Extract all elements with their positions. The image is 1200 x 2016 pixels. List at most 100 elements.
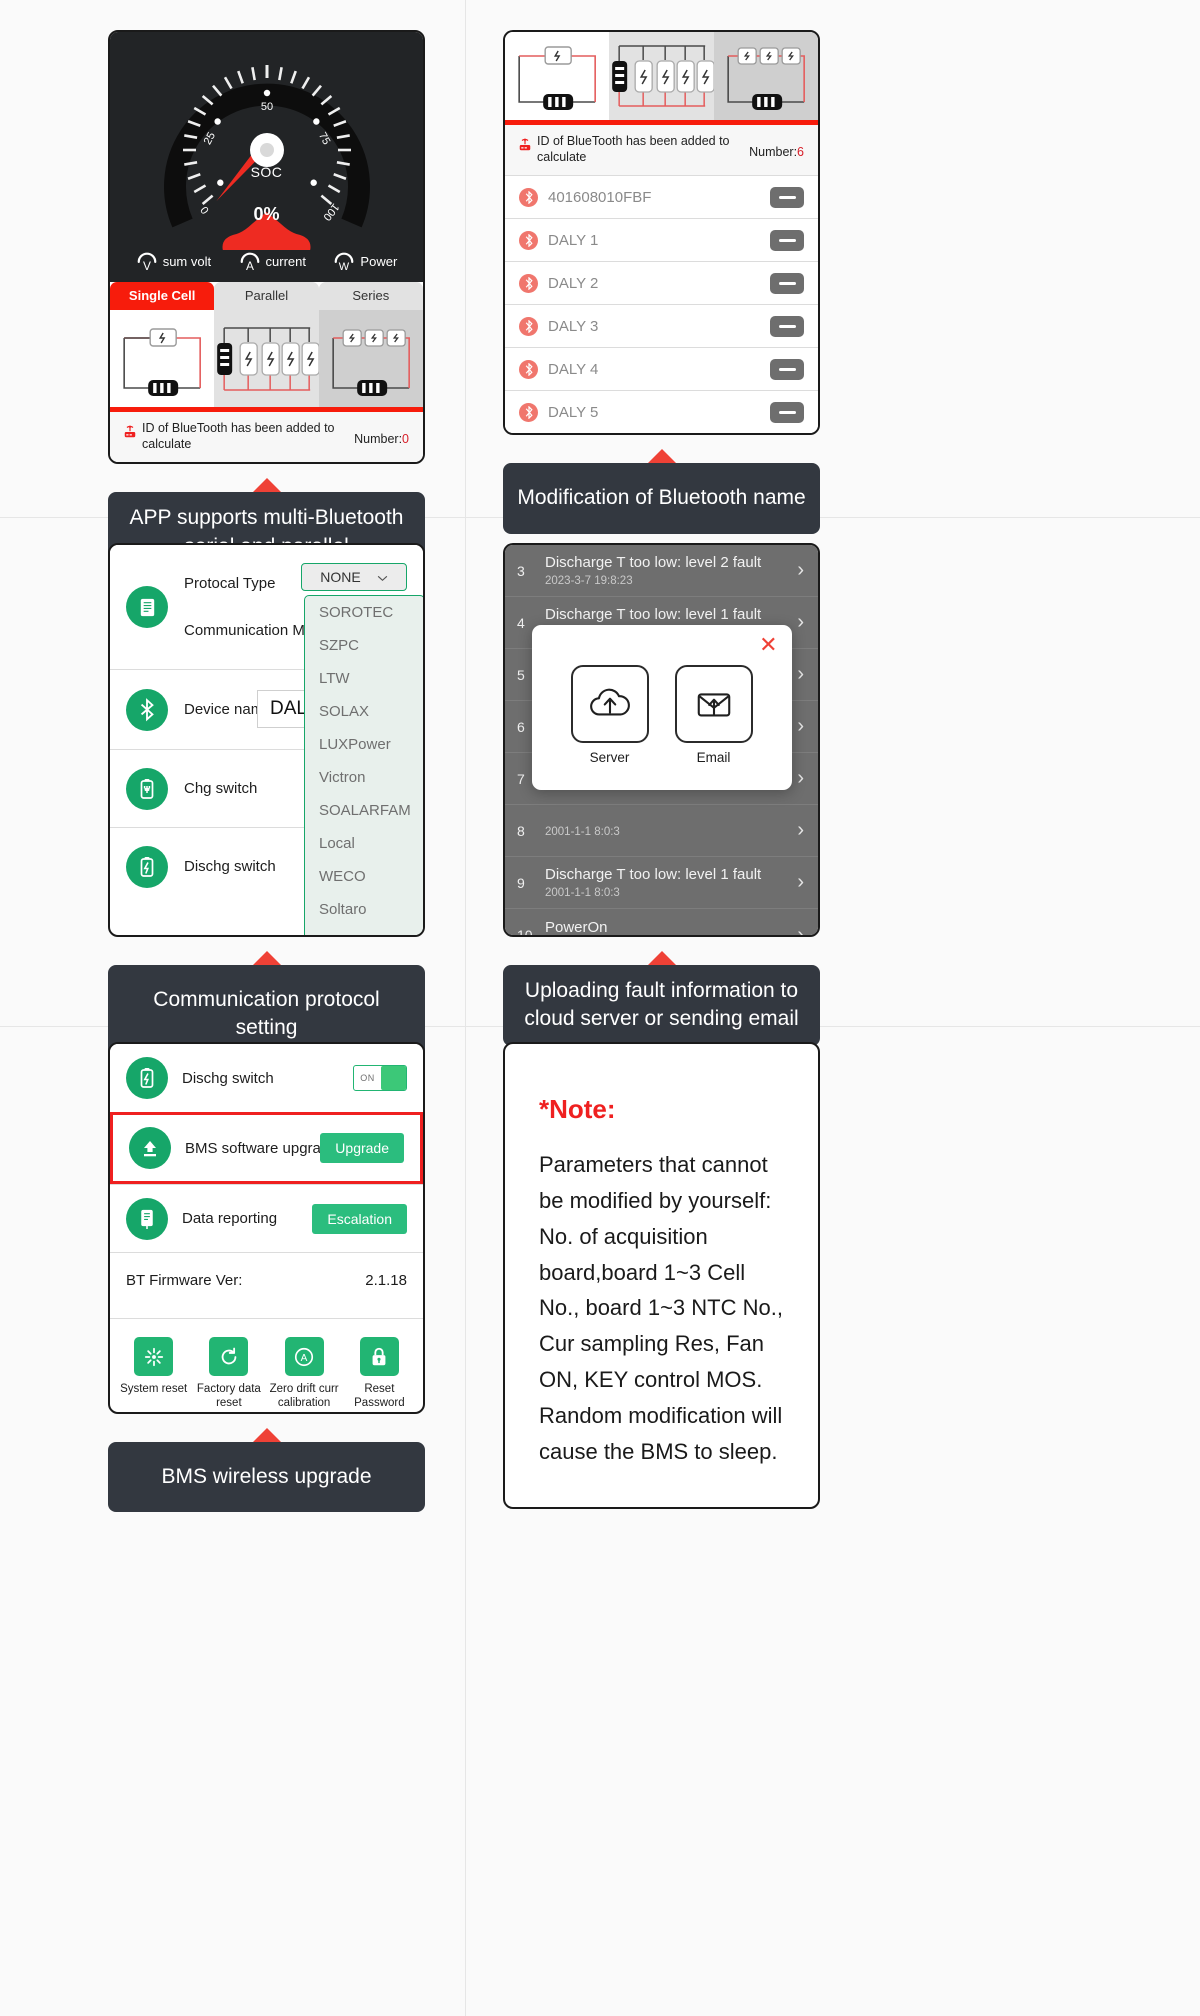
- phone-screen-dashboard: 50 25 75 0 100 SOC 0% V sum volt A curre…: [108, 30, 425, 465]
- metric-label-current: current: [265, 253, 306, 269]
- router-signal-icon: [124, 425, 136, 438]
- escalation-button[interactable]: Escalation: [312, 1203, 407, 1234]
- bt-device-remove-button[interactable]: [770, 358, 804, 380]
- fault-title: Discharge T too low: level 1 fault: [545, 866, 762, 883]
- protocol-dropdown-menu[interactable]: SOROTEC SZPC LTW SOLAX LUXPower Victron …: [304, 595, 423, 935]
- bt-device-name: DALY 3: [548, 317, 599, 335]
- svg-text:A: A: [301, 1353, 308, 1364]
- fault-index: 10: [517, 927, 533, 937]
- bt-device-remove-button[interactable]: [770, 272, 804, 294]
- data-reporting-label: Data reporting: [182, 1210, 278, 1227]
- gauge-metrics: V sum volt A current W Power: [110, 250, 423, 272]
- chevron-right-icon: ›: [797, 767, 804, 789]
- tab-single-cell[interactable]: Single Cell: [110, 282, 215, 310]
- tools-row: System reset Factory data reset A Zero d…: [110, 1318, 423, 1412]
- volt-icon: V: [137, 252, 157, 272]
- upgrade-button[interactable]: Upgrade: [320, 1133, 404, 1163]
- bt-device-row[interactable]: DALY 1: [505, 218, 818, 262]
- dropdown-option[interactable]: LTW: [305, 662, 423, 695]
- cloud-upload-icon: [570, 665, 649, 743]
- diagram-parallel: [214, 310, 321, 407]
- bt-device-remove-button[interactable]: [770, 315, 804, 337]
- metric-sum-volt: V sum volt: [136, 250, 211, 272]
- svg-text:0: 0: [198, 204, 211, 216]
- bt-device-name: DALY 5: [548, 403, 599, 421]
- fault-title: Discharge T too low: level 2 fault: [545, 554, 762, 571]
- bluetooth-icon: [519, 230, 538, 250]
- router-signal-icon-2: [519, 138, 531, 151]
- row-data-reporting[interactable]: Data reporting Escalation: [110, 1184, 423, 1252]
- svg-text:50: 50: [260, 101, 272, 113]
- fault-index: 9: [517, 874, 525, 891]
- caption-text-3: Communication protocol setting: [153, 988, 380, 1040]
- caption-arrow-1: [252, 478, 281, 493]
- dropdown-option[interactable]: LUXPower: [305, 728, 423, 761]
- bt-device-row[interactable]: DALY 3: [505, 304, 818, 348]
- fault-row[interactable]: 9 Discharge T too low: level 1 fault 200…: [505, 857, 818, 909]
- tool-label: System reset: [120, 1383, 188, 1395]
- dropdown-option[interactable]: WECO: [305, 860, 423, 893]
- caption-arrow-4: [647, 951, 676, 965]
- diagram-series: [318, 310, 423, 407]
- dischg-switch-toggle[interactable]: ON: [353, 1065, 407, 1091]
- tool-system-reset[interactable]: System reset: [118, 1337, 190, 1411]
- dropdown-option[interactable]: Local: [305, 827, 423, 860]
- caption-panel-5: BMS wireless upgrade: [108, 1428, 425, 1513]
- upload-icon: [129, 1127, 171, 1169]
- bluetooth-icon: [519, 273, 538, 293]
- bt-device-row[interactable]: DALY 4: [505, 347, 818, 391]
- bluetooth-status-text-2: ID of BlueTooth has been added to calcul…: [537, 134, 730, 164]
- bt-device-name: DALY 2: [548, 274, 599, 292]
- grid-divider-vertical-2: [465, 1018, 466, 2016]
- soc-value-badge: 0%: [253, 204, 280, 224]
- tool-zero-drift[interactable]: A Zero drift curr calibration: [268, 1337, 340, 1411]
- dropdown-option[interactable]: SZPC: [305, 629, 423, 662]
- close-icon[interactable]: ✕: [759, 634, 777, 656]
- note-body: Parameters that cannot be modified by yo…: [539, 1152, 783, 1464]
- panel-note: *Note: Parameters that cannot be modifie…: [503, 1042, 820, 1509]
- grid-divider-vertical: [465, 0, 466, 1018]
- fault-row[interactable]: 8 2001-1-1 8:0:3 ›: [505, 805, 818, 857]
- protocol-select[interactable]: NONE: [301, 563, 407, 591]
- bt-device-row[interactable]: DALY 5: [505, 390, 818, 434]
- battery-charge-icon: [126, 767, 168, 810]
- battery-discharge-icon: [126, 845, 168, 888]
- toggle-on-label: ON: [360, 1073, 375, 1083]
- bt-device-remove-button[interactable]: [770, 401, 804, 423]
- phone-screen-bt-list: ID of BlueTooth has been added to calcul…: [503, 30, 820, 436]
- tool-reset-password[interactable]: Reset Password: [343, 1337, 415, 1411]
- upload-option-email[interactable]: Email: [674, 665, 753, 765]
- svg-text:W: W: [339, 261, 350, 272]
- bt-device-row[interactable]: DALY 2: [505, 261, 818, 305]
- caption-arrow-5: [252, 1428, 281, 1442]
- tool-factory-reset[interactable]: Factory data reset: [193, 1337, 265, 1411]
- row-bms-software-upgrade[interactable]: BMS software upgrade Upgrade: [110, 1112, 423, 1184]
- fault-row[interactable]: 3 Discharge T too low: level 2 fault 202…: [505, 545, 818, 597]
- tab-parallel[interactable]: Parallel: [214, 282, 319, 310]
- fault-row[interactable]: 10 PowerOn 2001-1-1 8:0:0 ›: [505, 909, 818, 937]
- diagram-series-2: [713, 32, 818, 120]
- bt-device-row[interactable]: 401608010FBF: [505, 175, 818, 219]
- dropdown-option[interactable]: BSP: [305, 926, 423, 935]
- svg-text:A: A: [246, 259, 254, 272]
- dropdown-option[interactable]: SOROTEC: [305, 596, 423, 629]
- upload-option-label: Server: [589, 750, 630, 765]
- dropdown-option[interactable]: Soltaro: [305, 893, 423, 926]
- single-cell-circuit-icon-2: [518, 46, 596, 110]
- dropdown-option[interactable]: SOALARFAM: [305, 794, 423, 827]
- row-dischg-switch-2[interactable]: Dischg switch ON: [110, 1044, 423, 1112]
- upload-option-server[interactable]: Server: [570, 665, 649, 765]
- fault-date: 2023-3-7 19:8:23: [545, 575, 633, 587]
- dropdown-option[interactable]: Victron: [305, 761, 423, 794]
- diagram-single-cell-2: [505, 32, 610, 120]
- chevron-right-icon: ›: [797, 923, 804, 937]
- dropdown-option[interactable]: SOLAX: [305, 695, 423, 728]
- fault-content: Discharge T too low: level 1 fault 2001-…: [545, 866, 797, 899]
- caption-text-2: Modification of Bluetooth name: [517, 486, 806, 510]
- bluetooth-number: Number:0: [354, 421, 409, 446]
- zero-drift-icon: A: [284, 1337, 324, 1376]
- tab-series[interactable]: Series: [318, 282, 423, 310]
- bt-device-remove-button[interactable]: [770, 229, 804, 251]
- bt-device-remove-button[interactable]: [770, 186, 804, 208]
- caption-panel-4: Uploading fault information to cloud ser…: [503, 951, 820, 1046]
